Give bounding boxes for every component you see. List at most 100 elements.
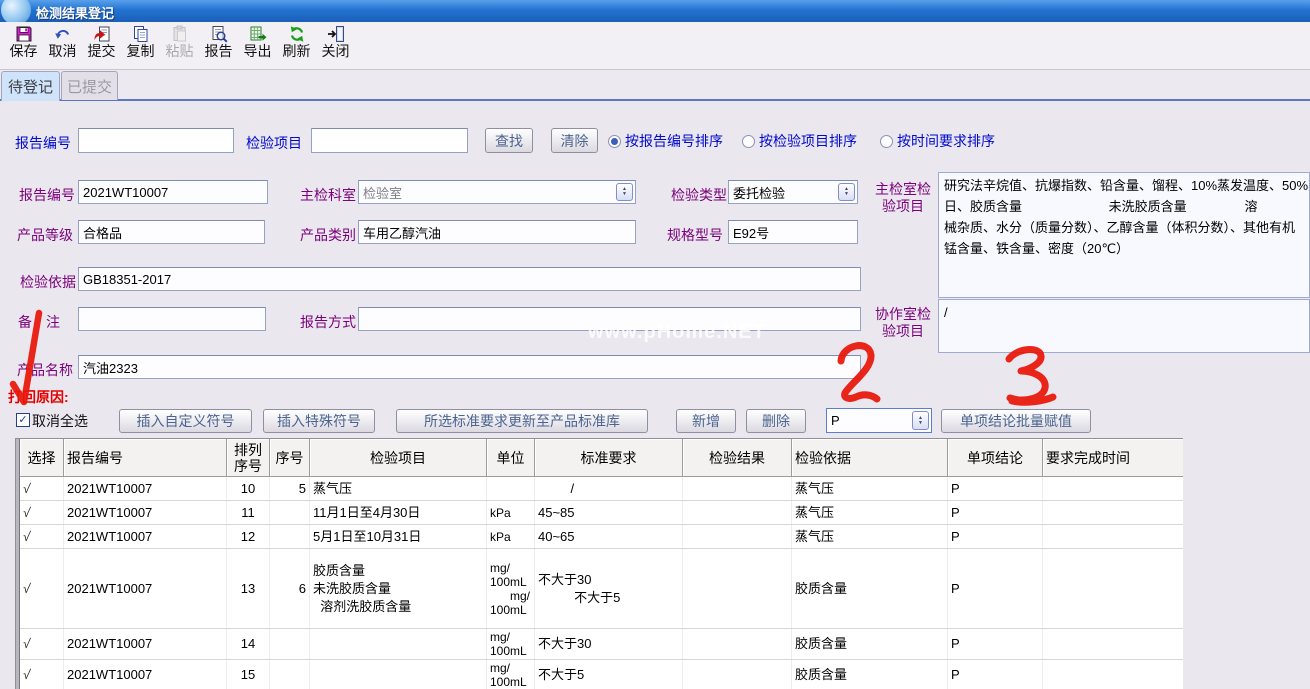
main-items-label: 主检室检 验项目 <box>872 181 934 215</box>
watermark: www.pHome.NET <box>588 321 766 344</box>
export-icon <box>248 24 268 43</box>
submit-button[interactable]: 提交 <box>82 24 121 68</box>
undo-button[interactable]: 取消 <box>43 24 82 68</box>
toolbar-button-label: 粘贴 <box>166 43 194 60</box>
category-input[interactable]: 车用乙醇汽油 <box>358 220 636 244</box>
tab-strip: 待登记 已提交 <box>0 70 1310 101</box>
remark-input[interactable] <box>78 307 266 331</box>
insert-special-symbol-button[interactable]: 插入特殊符号 <box>263 409 375 433</box>
cell-due <box>1043 660 1183 689</box>
find-button[interactable]: 查找 <box>485 128 533 153</box>
cell-standard: 不大于30 <box>535 629 683 659</box>
cell-standard: 40~65 <box>535 525 683 548</box>
toolbar-button-label: 复制 <box>127 43 155 60</box>
cell-unit: kPa <box>487 501 535 524</box>
column-header-6[interactable]: 标准要求 <box>535 439 683 477</box>
cell-seq: 6 <box>270 549 310 628</box>
spec-input[interactable]: E92号 <box>728 220 858 244</box>
row-check-icon: √ <box>22 580 32 598</box>
refresh-button[interactable]: 刷新 <box>277 24 316 68</box>
cell-check[interactable]: √ <box>20 660 64 689</box>
deselect-all-checkbox[interactable] <box>16 413 30 427</box>
batch-assign-button[interactable]: 单项结论批量赋值 <box>941 409 1091 433</box>
test-type-select[interactable]: 委托检验 ▲▼ <box>728 180 858 204</box>
table-row[interactable]: √2021WT10007105蒸气压 /蒸气压P <box>20 477 1183 501</box>
copy-icon <box>131 24 151 43</box>
insert-custom-symbol-button[interactable]: 插入自定义符号 <box>119 409 252 433</box>
table-row[interactable]: √2021WT100071111月1日至4月30日kPa45~85蒸气压P <box>20 501 1183 525</box>
export-button[interactable]: 导出 <box>238 24 277 68</box>
column-header-3[interactable]: 序号 <box>270 439 310 477</box>
add-button[interactable]: 新增 <box>676 409 736 433</box>
undo-icon <box>53 24 73 43</box>
update-standard-button[interactable]: 所选标准要求更新至产品标准库 <box>396 409 648 433</box>
column-header-9[interactable]: 单项结论 <box>948 439 1043 477</box>
report-icon <box>209 24 229 43</box>
toolbar: 保存取消提交复制粘贴报告导出刷新关闭 <box>0 22 1310 70</box>
report-button[interactable]: 报告 <box>199 24 238 68</box>
grade-input[interactable]: 合格品 <box>78 220 265 244</box>
main-items-textarea[interactable]: 研究法辛烷值、抗爆指数、铅含量、馏程、10%蒸发温度、50%蒸 日、胶质含量 未… <box>938 172 1310 298</box>
cell-conclusion: P <box>948 660 1043 689</box>
conclusion-select[interactable]: P ▲▼ <box>826 408 932 433</box>
search-report-no-input[interactable] <box>78 128 234 153</box>
column-header-10[interactable]: 要求完成时间 <box>1043 439 1183 477</box>
column-header-7[interactable]: 检验结果 <box>683 439 792 477</box>
column-header-8[interactable]: 检验依据 <box>792 439 948 477</box>
refresh-icon <box>287 24 307 43</box>
save-button[interactable]: 保存 <box>4 24 43 68</box>
copy-button[interactable]: 复制 <box>121 24 160 68</box>
dropdown-spinner-icon[interactable]: ▲▼ <box>838 183 855 201</box>
delete-button[interactable]: 删除 <box>746 409 806 433</box>
sort-radio-1[interactable]: 按检验项目排序 <box>742 131 857 151</box>
cell-result <box>683 660 792 689</box>
table-header: 选择报告编号排列 序号序号检验项目单位标准要求检验结果检验依据单项结论要求完成时… <box>20 439 1183 477</box>
coop-items-label: 协作室检 验项目 <box>872 306 934 340</box>
cell-due <box>1043 477 1183 500</box>
table-row[interactable]: √2021WT1000713 6 胶质含量 未洗胶质含量 溶剂洗胶质含量mg/ … <box>20 549 1183 629</box>
cell-conclusion: P <box>948 501 1043 524</box>
table-row[interactable]: √2021WT10007125月1日至10月31日kPa40~65蒸气压P <box>20 525 1183 549</box>
cell-result <box>683 549 792 628</box>
cell-due <box>1043 525 1183 548</box>
cell-conclusion: P <box>948 549 1043 628</box>
cell-report-no: 2021WT10007 <box>64 477 227 500</box>
cell-item <box>310 629 487 659</box>
report-no-input[interactable]: 2021WT10007 <box>78 180 268 204</box>
cell-check[interactable]: √ <box>20 549 64 628</box>
cell-check[interactable]: √ <box>20 501 64 524</box>
remark-label: 备 注 <box>18 312 60 332</box>
table-row[interactable]: √2021WT1000714mg/ 100mL不大于30胶质含量P <box>20 629 1183 660</box>
column-header-0[interactable]: 选择 <box>20 439 64 477</box>
cell-check[interactable]: √ <box>20 629 64 659</box>
close-button[interactable]: 关闭 <box>316 24 355 68</box>
sort-radio-label: 按检验项目排序 <box>759 131 857 151</box>
column-header-4[interactable]: 检验项目 <box>310 439 487 477</box>
table-row[interactable]: √2021WT1000715mg/ 100mL不大于5胶质含量P <box>20 660 1183 689</box>
window-title: 检测结果登记 <box>36 3 114 22</box>
cell-result <box>683 629 792 659</box>
sort-radio-2[interactable]: 按时间要求排序 <box>880 131 995 151</box>
sort-radio-0[interactable]: 按报告编号排序 <box>608 131 723 151</box>
toolbar-button-label: 刷新 <box>283 43 311 60</box>
column-header-1[interactable]: 报告编号 <box>64 439 227 477</box>
tab-pending[interactable]: 待登记 <box>1 71 60 101</box>
cell-unit: mg/ 100mL <box>487 629 535 659</box>
dropdown-spinner-icon[interactable]: ▲▼ <box>912 411 929 430</box>
tab-submitted[interactable]: 已提交 <box>61 71 118 100</box>
cell-check[interactable]: √ <box>20 525 64 548</box>
search-items-input[interactable] <box>311 128 468 153</box>
clear-button[interactable]: 清除 <box>551 128 598 153</box>
cell-standard: 不大于30 不大于5 <box>535 549 683 628</box>
radio-icon <box>742 135 755 148</box>
coop-items-textarea[interactable]: / <box>938 299 1310 353</box>
toolbar-button-label: 关闭 <box>322 43 350 60</box>
dropdown-spinner-icon[interactable]: ▲▼ <box>616 183 633 201</box>
basis-input[interactable]: GB18351-2017 <box>78 267 861 291</box>
main-dept-select[interactable]: 检验室 ▲▼ <box>358 180 636 204</box>
cell-conclusion: P <box>948 629 1043 659</box>
column-header-2[interactable]: 排列 序号 <box>227 439 270 477</box>
product-name-input[interactable]: 汽油2323 <box>78 355 861 379</box>
column-header-5[interactable]: 单位 <box>487 439 535 477</box>
cell-check[interactable]: √ <box>20 477 64 500</box>
